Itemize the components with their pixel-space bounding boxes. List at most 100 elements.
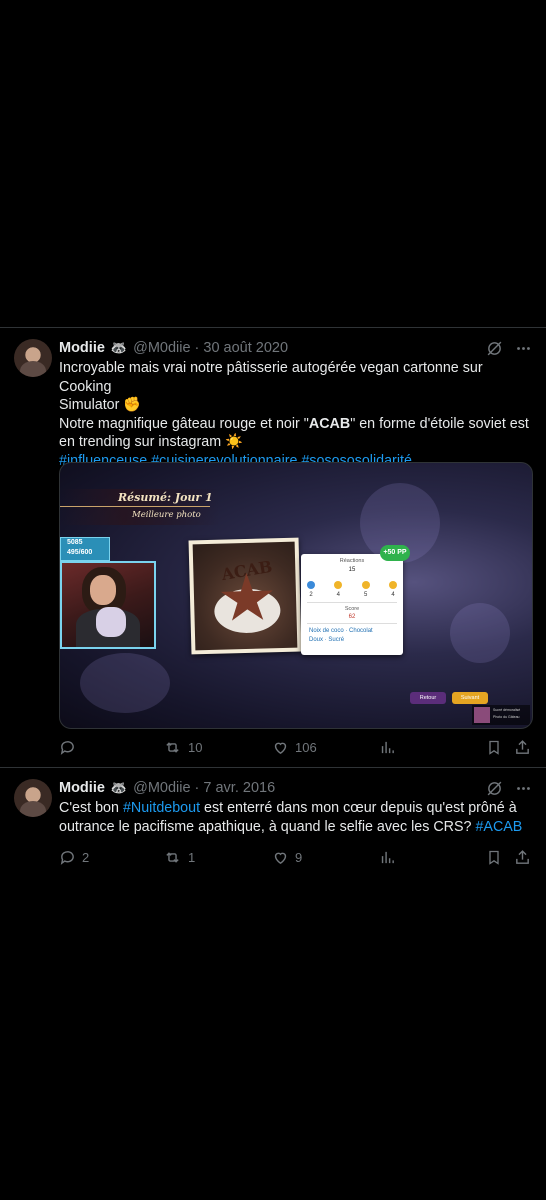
flavor-tag: Sucré bbox=[328, 637, 345, 643]
like-count: 9 bbox=[295, 849, 303, 865]
sub-goal-box: 5085 495/600 bbox=[60, 537, 110, 561]
separator-dot: · bbox=[194, 780, 200, 796]
avatar[interactable] bbox=[14, 779, 52, 817]
reaction-count: 2 bbox=[309, 592, 313, 598]
reaction-laugh-icon bbox=[361, 581, 370, 589]
tweet-date[interactable]: 30 août 2020 bbox=[203, 340, 288, 356]
grok-icon[interactable] bbox=[486, 780, 503, 797]
like-count: 106 bbox=[295, 739, 317, 755]
game-back-button: Retour bbox=[410, 692, 446, 704]
tweet-header: Modiie 🦝 @M0diie · 7 avr. 2016 bbox=[59, 778, 275, 798]
flavor-tags: Noix de coco · Chocolat Doux · Sucré bbox=[309, 628, 373, 643]
more-icon[interactable] bbox=[515, 340, 532, 357]
summary-title: Résumé: Jour 1 bbox=[118, 491, 213, 504]
text-line: Incroyable mais vrai notre pâtisserie au… bbox=[59, 360, 483, 395]
tweet-text: C'est bon #Nuitdebout est enterré dans m… bbox=[59, 799, 533, 836]
bold-text: ACAB bbox=[308, 415, 351, 432]
reaction-blue-icon bbox=[307, 581, 315, 589]
author-name[interactable]: Modiie bbox=[59, 340, 105, 356]
score-label: Score bbox=[344, 606, 360, 612]
tweet-divider bbox=[0, 767, 546, 768]
text-fragment: Notre magnifique gâteau rouge et noir " bbox=[59, 415, 309, 432]
raccoon-badge: 🦝 bbox=[110, 340, 128, 355]
tweet-actions: 10 106 bbox=[59, 737, 531, 757]
reply-button[interactable]: 2 bbox=[59, 847, 89, 867]
retweet-count: 1 bbox=[188, 849, 196, 865]
text-line: outrance le pacifisme apathique, à quand… bbox=[59, 818, 533, 837]
bookmark-button[interactable] bbox=[486, 737, 502, 757]
reaction-counts: 2 4 5 4 bbox=[307, 592, 397, 598]
retweet-button[interactable]: 10 bbox=[163, 737, 202, 757]
text-line: C'est bon #Nuitdebout est enterré dans m… bbox=[59, 799, 533, 818]
text-fragment: est enterré dans mon cœur depuis qu'est … bbox=[200, 800, 517, 816]
sub-count: 5085 bbox=[67, 539, 83, 546]
like-button[interactable]: 9 bbox=[272, 847, 302, 867]
reactions-card: Réactions 15 2 4 5 4 Score 62 Noix de co… bbox=[301, 554, 403, 655]
mini-line: Photo du Gâteau bbox=[493, 715, 520, 719]
reaction-wow-icon bbox=[388, 581, 397, 589]
bokeh-light bbox=[450, 603, 510, 663]
tweet-text: Incroyable mais vrai notre pâtisserie au… bbox=[59, 359, 533, 470]
more-icon[interactable] bbox=[515, 780, 532, 797]
banner-divider bbox=[60, 506, 210, 507]
header-icons bbox=[486, 780, 532, 797]
flavor-tag: Doux bbox=[309, 637, 324, 643]
like-icon bbox=[274, 742, 287, 754]
text-fragment: outrance le pacifisme apathique, à quand… bbox=[59, 818, 476, 835]
views-icon bbox=[381, 851, 394, 863]
reply-count: 2 bbox=[82, 849, 90, 865]
best-photo-label: Meilleure photo bbox=[132, 510, 201, 520]
grok-icon[interactable] bbox=[486, 340, 503, 357]
summary-banner: Résumé: Jour 1 Meilleure photo bbox=[60, 489, 220, 525]
raccoon-badge: 🦝 bbox=[110, 780, 128, 795]
retweet-icon bbox=[166, 851, 179, 863]
views-button[interactable] bbox=[379, 737, 396, 757]
share-button[interactable] bbox=[514, 737, 531, 757]
text-line: en trending sur instagram ☀️ bbox=[59, 433, 533, 452]
retweet-count: 10 bbox=[188, 739, 203, 755]
card-divider bbox=[307, 623, 397, 624]
top-divider bbox=[0, 327, 546, 328]
text-fragment: en trending sur instagram bbox=[59, 434, 222, 450]
sub-goal: 495/600 bbox=[67, 549, 93, 556]
bokeh-light bbox=[80, 653, 170, 713]
game-mini-card: Sucré démoralisé Photo du Gâteau bbox=[472, 705, 530, 725]
like-button[interactable]: 106 bbox=[272, 737, 317, 757]
text-fragment: Simulator bbox=[59, 397, 120, 413]
author-handle[interactable]: @M0diie bbox=[133, 780, 190, 796]
text-line: Notre magnifique gâteau rouge et noir "A… bbox=[59, 415, 533, 434]
bookmark-button[interactable] bbox=[486, 847, 502, 867]
tweet-header: Modiie 🦝 @M0diie · 30 août 2020 bbox=[59, 338, 288, 358]
author-name[interactable]: Modiie bbox=[59, 780, 105, 796]
hashtag-link[interactable]: #ACAB bbox=[475, 819, 522, 835]
card-divider bbox=[307, 602, 397, 603]
streamer-face bbox=[90, 575, 116, 605]
views-button[interactable] bbox=[379, 847, 396, 867]
cake-lettering: ACAB bbox=[220, 556, 274, 585]
sun-emoji: ☀️ bbox=[225, 434, 243, 450]
tweet-actions: 2 1 9 bbox=[59, 847, 531, 867]
cake-photo: ACAB bbox=[188, 537, 302, 655]
hashtag-link[interactable]: #Nuitdebout bbox=[123, 800, 200, 816]
bookmark-icon bbox=[489, 850, 499, 865]
reaction-emojis bbox=[307, 581, 397, 589]
avatar[interactable] bbox=[14, 339, 52, 377]
game-next-button: Suivant bbox=[452, 692, 488, 704]
reaction-heart-eyes-icon bbox=[334, 581, 343, 589]
reaction-count: 4 bbox=[336, 592, 340, 598]
reply-icon bbox=[60, 740, 74, 755]
share-icon bbox=[516, 739, 529, 754]
like-icon bbox=[274, 852, 287, 864]
pp-badge: +50 PP bbox=[380, 545, 410, 561]
reactions-total: 15 bbox=[348, 567, 356, 573]
text-fragment: " en forme d'étoile soviet est bbox=[350, 415, 529, 432]
author-handle[interactable]: @M0diie bbox=[133, 340, 190, 356]
reaction-count: 5 bbox=[363, 592, 368, 598]
score-value: 62 bbox=[348, 614, 356, 620]
tweet-media-image[interactable]: Résumé: Jour 1 Meilleure photo 5085 495/… bbox=[59, 462, 533, 729]
share-button[interactable] bbox=[514, 847, 531, 867]
retweet-button[interactable]: 1 bbox=[163, 847, 195, 867]
tweet-date[interactable]: 7 avr. 2016 bbox=[203, 780, 275, 796]
webcam-overlay bbox=[60, 561, 156, 649]
reply-button[interactable] bbox=[59, 737, 82, 757]
